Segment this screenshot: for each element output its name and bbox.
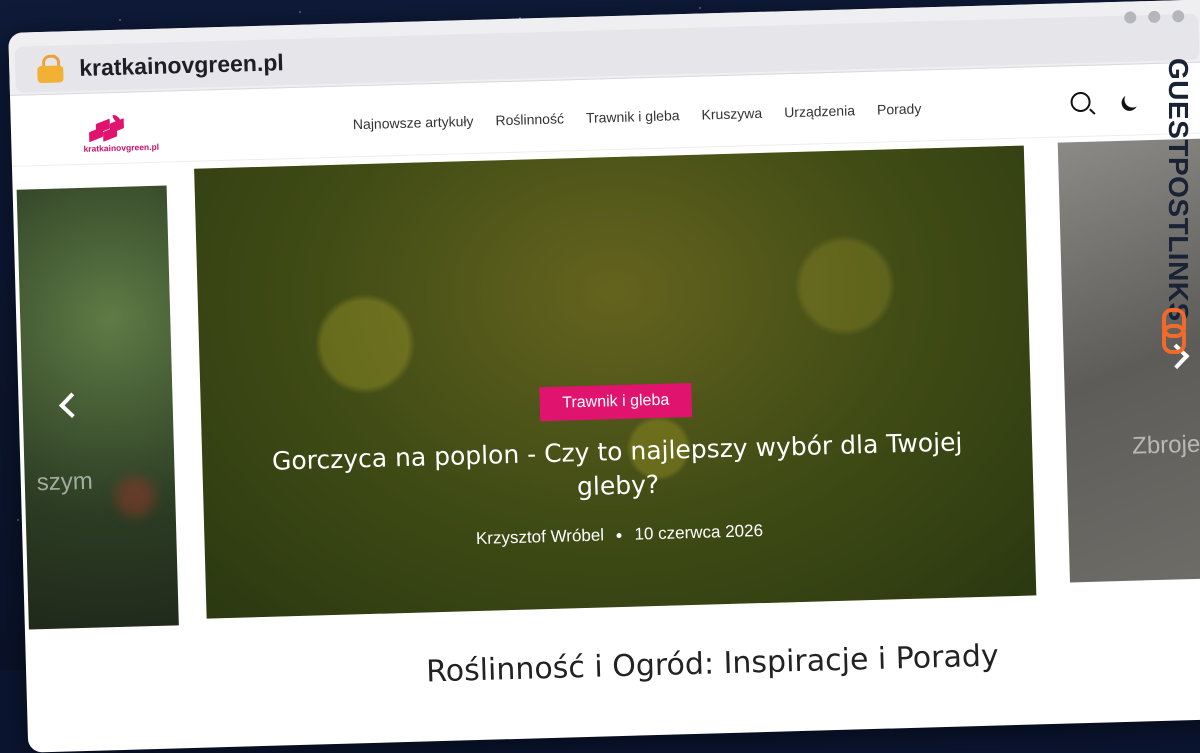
slide-prev[interactable]: szym xyxy=(16,185,179,630)
section-title: Roślinność i Ogród: Inspiracje i Porady xyxy=(425,638,1000,690)
nav-item-urzadzenia[interactable]: Urządzenia xyxy=(784,102,855,120)
hero-slider: szym Trawnik i gleba Gorczyca na poplon … xyxy=(12,137,1200,642)
nav-item-trawnik[interactable]: Trawnik i gleba xyxy=(586,107,680,126)
nav-item-roslinnosc[interactable]: Roślinność xyxy=(495,110,564,128)
hero-date: 10 czerwca 2026 xyxy=(634,521,764,544)
slide-prev-title: szym xyxy=(36,467,94,497)
nav-item-porady[interactable]: Porady xyxy=(877,100,922,117)
header-actions xyxy=(1070,89,1143,113)
dark-mode-icon[interactable] xyxy=(1122,89,1143,110)
window-controls xyxy=(1124,10,1185,24)
category-badge[interactable]: Trawnik i gleba xyxy=(539,382,692,422)
logo-cubes-icon xyxy=(89,118,130,143)
site-logo[interactable]: kratkainovgreen.pl xyxy=(83,113,174,159)
hero-author[interactable]: Krzysztof Wróbel xyxy=(476,525,605,548)
window-dot-icon[interactable] xyxy=(1124,11,1137,24)
window-dot-icon[interactable] xyxy=(1148,10,1161,24)
lock-icon xyxy=(37,54,64,84)
browser-window: kratkainovgreen.pl kratkainovgreen.pl Na… xyxy=(8,0,1200,753)
hero-title[interactable]: Gorczyca na poplon - Czy to najlepszy wy… xyxy=(247,425,989,514)
logo-text: kratkainovgreen.pl xyxy=(83,141,160,154)
slide-next-title: Zbroje xyxy=(1131,430,1200,460)
hero-meta: Krzysztof Wróbel 10 czerwca 2026 xyxy=(204,513,1034,556)
nav-item-kruszywa[interactable]: Kruszywa xyxy=(701,105,762,123)
slide-current[interactable]: Trawnik i gleba Gorczyca na poplon - Czy… xyxy=(194,145,1037,619)
main-nav: Najnowsze artykuły Roślinność Trawnik i … xyxy=(353,100,922,132)
search-icon[interactable] xyxy=(1070,91,1091,113)
window-dot-icon[interactable] xyxy=(1172,10,1185,23)
nav-item-najnowsze[interactable]: Najnowsze artykuły xyxy=(353,113,474,132)
chain-link-icon xyxy=(1162,308,1186,354)
meta-separator xyxy=(616,532,622,539)
watermark: GUESTPOSTLINKS xyxy=(1154,58,1194,358)
site: kratkainovgreen.pl Najnowsze artykuły Ro… xyxy=(9,62,1200,753)
url-text: kratkainovgreen.pl xyxy=(78,48,285,81)
hero-content: Trawnik i gleba Gorczyca na poplon - Czy… xyxy=(200,373,1034,556)
